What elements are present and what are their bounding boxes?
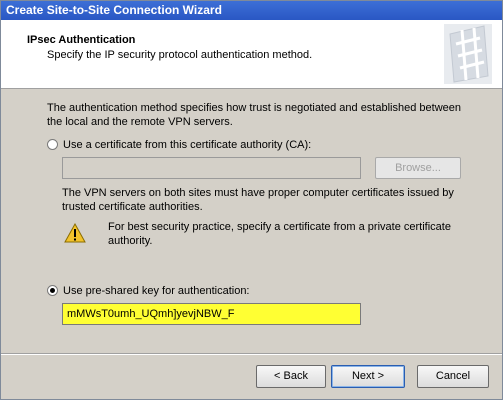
certificate-note: The VPN servers on both sites must have …	[62, 187, 454, 213]
radio-psk-label[interactable]: Use pre-shared key for authentication:	[63, 284, 250, 298]
browse-button: Browse...	[375, 157, 461, 179]
page-subtitle: Specify the IP security protocol authent…	[47, 49, 313, 61]
title-bar: Create Site-to-Site Connection Wizard	[1, 1, 502, 20]
back-button[interactable]: < Back	[256, 365, 326, 388]
intro-text: The authentication method specifies how …	[47, 102, 461, 128]
cancel-button[interactable]: Cancel	[417, 365, 489, 388]
wizard-logo	[444, 24, 492, 84]
radio-psk-dot	[50, 288, 55, 293]
wizard-content: The authentication method specifies how …	[1, 89, 502, 352]
window-title: Create Site-to-Site Connection Wizard	[6, 3, 222, 17]
certificate-authority-field	[62, 157, 361, 179]
radio-certificate-label[interactable]: Use a certificate from this certificate …	[63, 138, 311, 152]
radio-psk[interactable]	[47, 285, 58, 296]
warning-icon	[64, 223, 86, 243]
warning-text: For best security practice, specify a ce…	[108, 221, 451, 247]
page-title: IPsec Authentication	[27, 34, 136, 46]
preshared-key-input[interactable]: mMWsT0umh_UQmh]yevjNBW_F	[62, 303, 361, 325]
radio-certificate[interactable]	[47, 139, 58, 150]
footer-divider	[1, 353, 502, 355]
wizard-window: Create Site-to-Site Connection Wizard IP…	[0, 0, 503, 400]
wizard-header: IPsec Authentication Specify the IP secu…	[1, 20, 502, 89]
next-button[interactable]: Next >	[331, 365, 405, 388]
